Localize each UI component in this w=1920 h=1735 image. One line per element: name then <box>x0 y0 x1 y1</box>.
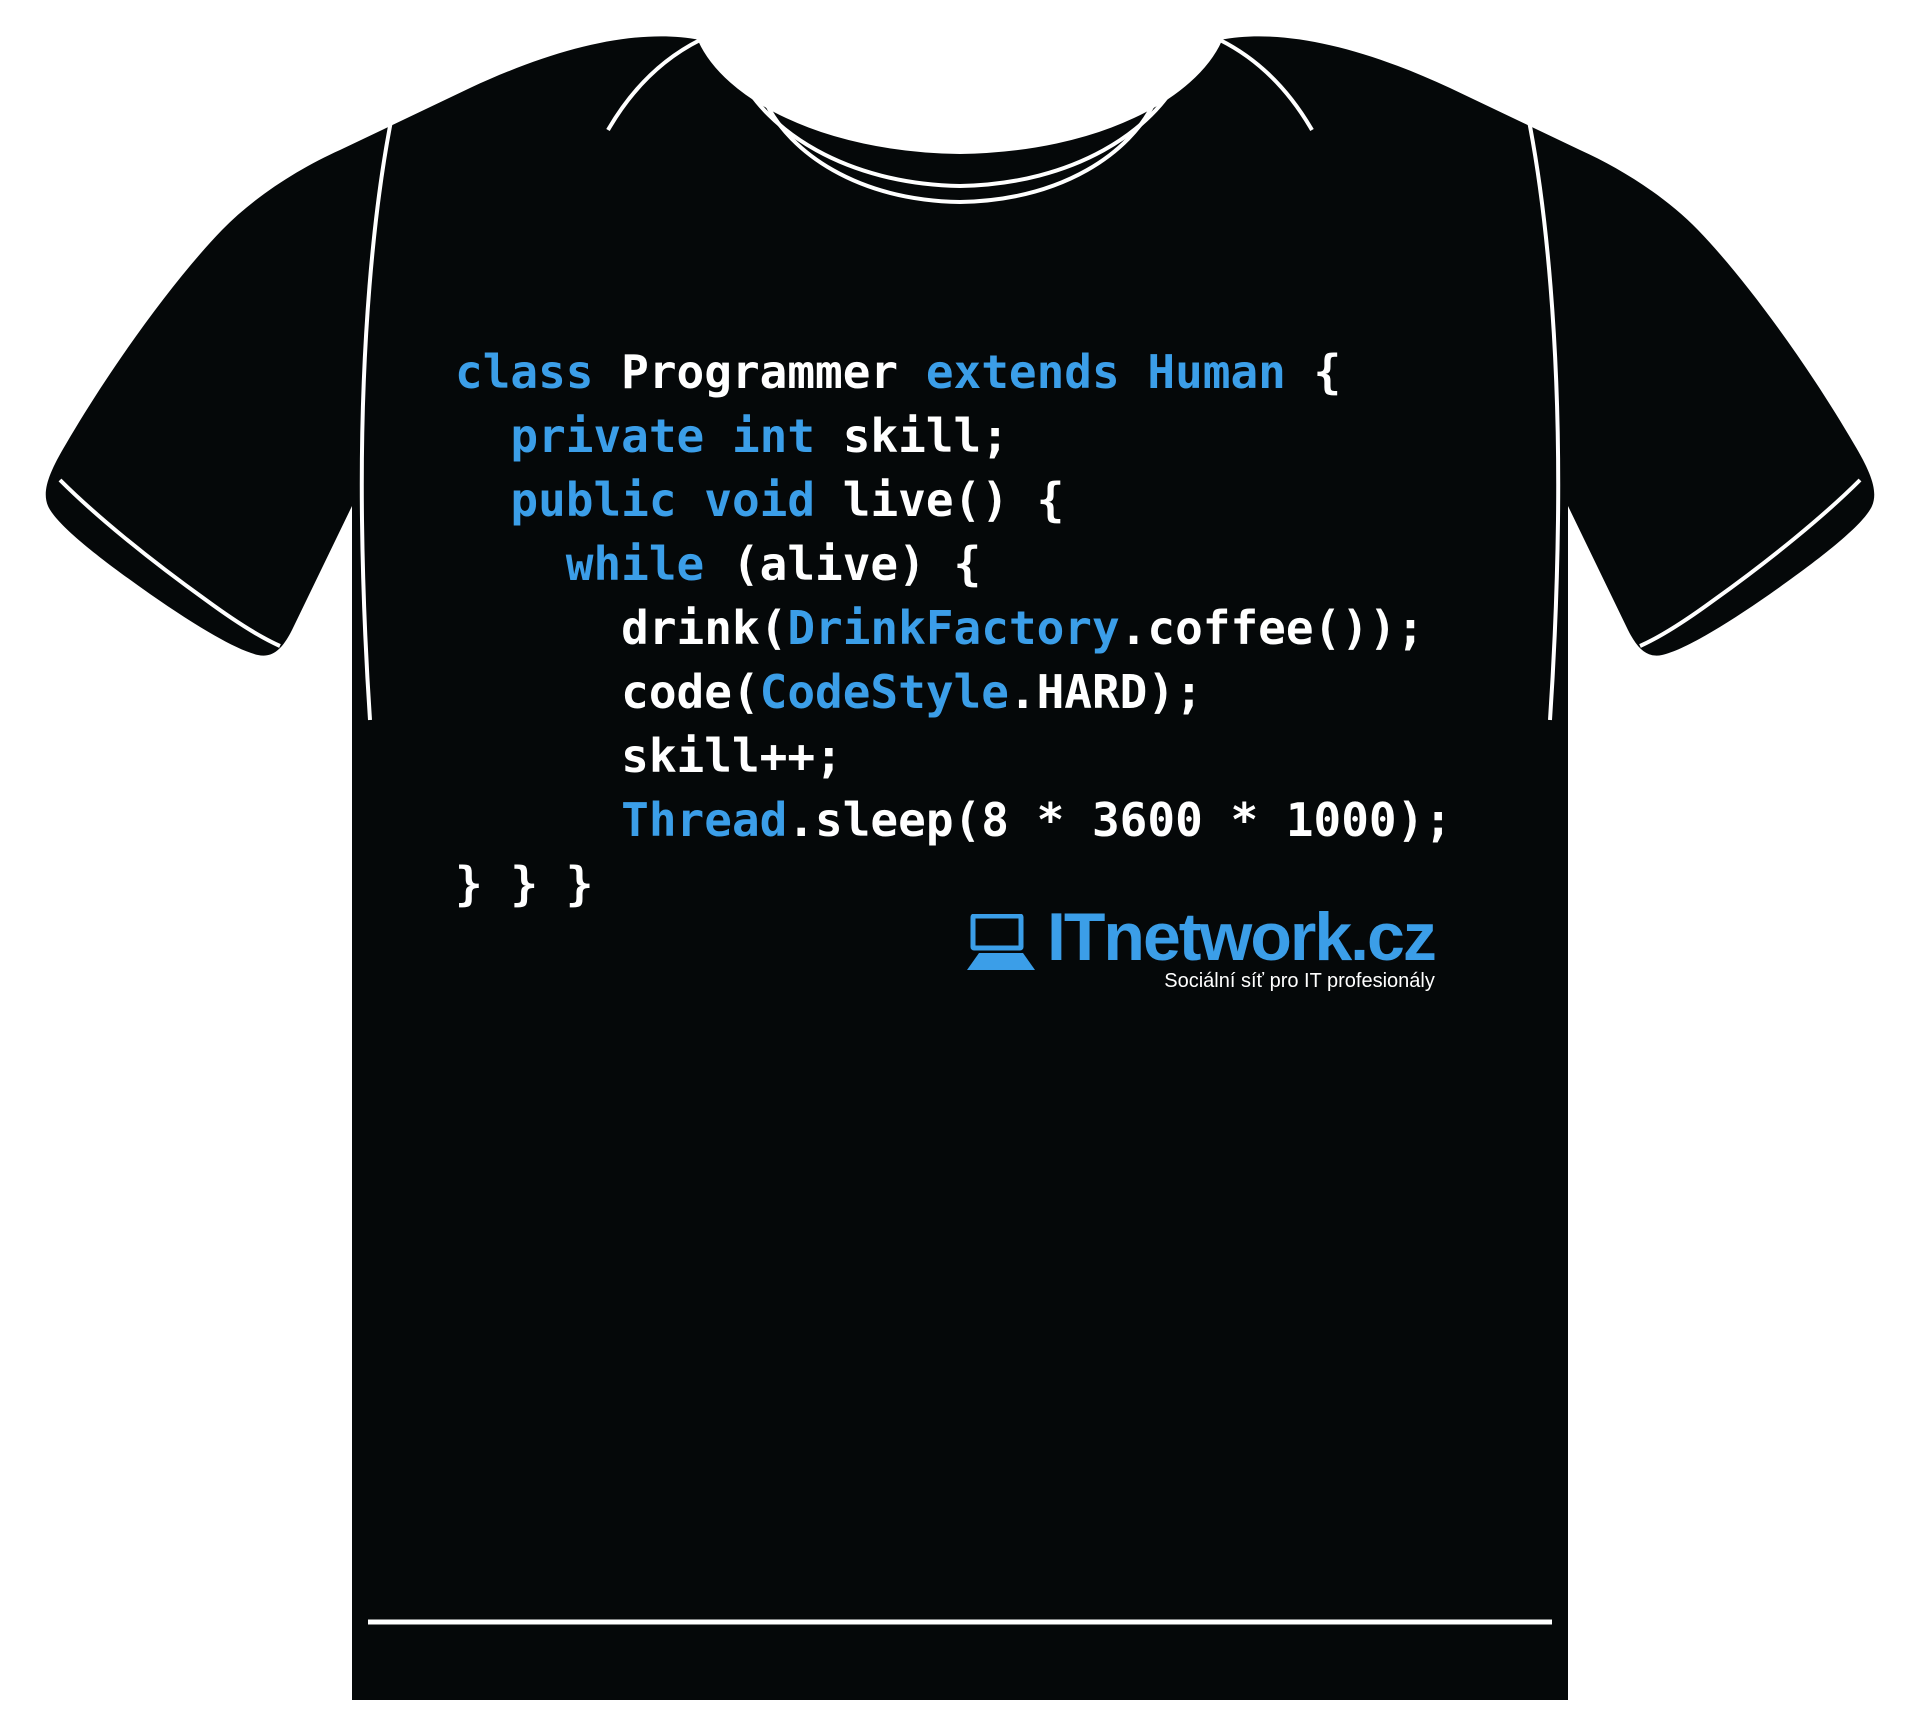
code-token: int <box>731 409 843 463</box>
code-token: } } } <box>455 857 594 911</box>
code-token: DrinkFactory <box>787 601 1120 655</box>
code-token: .sleep(8 * 3600 * 1000); <box>787 793 1453 847</box>
code-line: public void live() { <box>455 468 1515 532</box>
code-print: class Programmer extends Human { private… <box>455 340 1515 916</box>
itnetwork-logo: ITnetwork.cz Sociální síť pro IT profesi… <box>965 899 1437 1020</box>
code-token: while <box>565 537 732 591</box>
code-token: extends <box>925 345 1148 399</box>
logo-wordmark: ITnetwork.cz <box>1047 899 1437 975</box>
code-token: private <box>510 409 732 463</box>
code-token: public <box>510 473 705 527</box>
logo-text-block: ITnetwork.cz Sociální síť pro IT profesi… <box>1047 899 1437 993</box>
code-line: class Programmer extends Human { <box>455 340 1515 404</box>
code-line: Thread.sleep(8 * 3600 * 1000); <box>455 788 1515 852</box>
code-token: live() { <box>842 473 1065 527</box>
laptop-icon <box>967 914 1035 970</box>
code-token: skill; <box>842 409 1009 463</box>
code-line: while (alive) { <box>455 532 1515 596</box>
code-token: class <box>455 345 622 399</box>
code-line: code(CodeStyle.HARD); <box>455 660 1515 724</box>
code-line: skill++; <box>455 724 1515 788</box>
code-line: drink(DrinkFactory.coffee()); <box>455 596 1515 660</box>
code-token: Programmer <box>621 345 926 399</box>
code-token: (alive) { <box>731 537 982 591</box>
code-token: drink( <box>621 601 788 655</box>
code-token: code( <box>621 665 760 719</box>
code-token: Thread <box>621 793 788 847</box>
code-token: .HARD); <box>1008 665 1203 719</box>
code-token: .coffee()); <box>1119 601 1425 655</box>
code-token: { <box>1313 345 1342 399</box>
artwork-canvas: class Programmer extends Human { private… <box>0 0 1920 1735</box>
code-token: Human <box>1147 345 1314 399</box>
code-line: private int skill; <box>455 404 1515 468</box>
code-token: skill++; <box>621 729 843 783</box>
code-token: CodeStyle <box>759 665 1009 719</box>
code-token: void <box>704 473 843 527</box>
